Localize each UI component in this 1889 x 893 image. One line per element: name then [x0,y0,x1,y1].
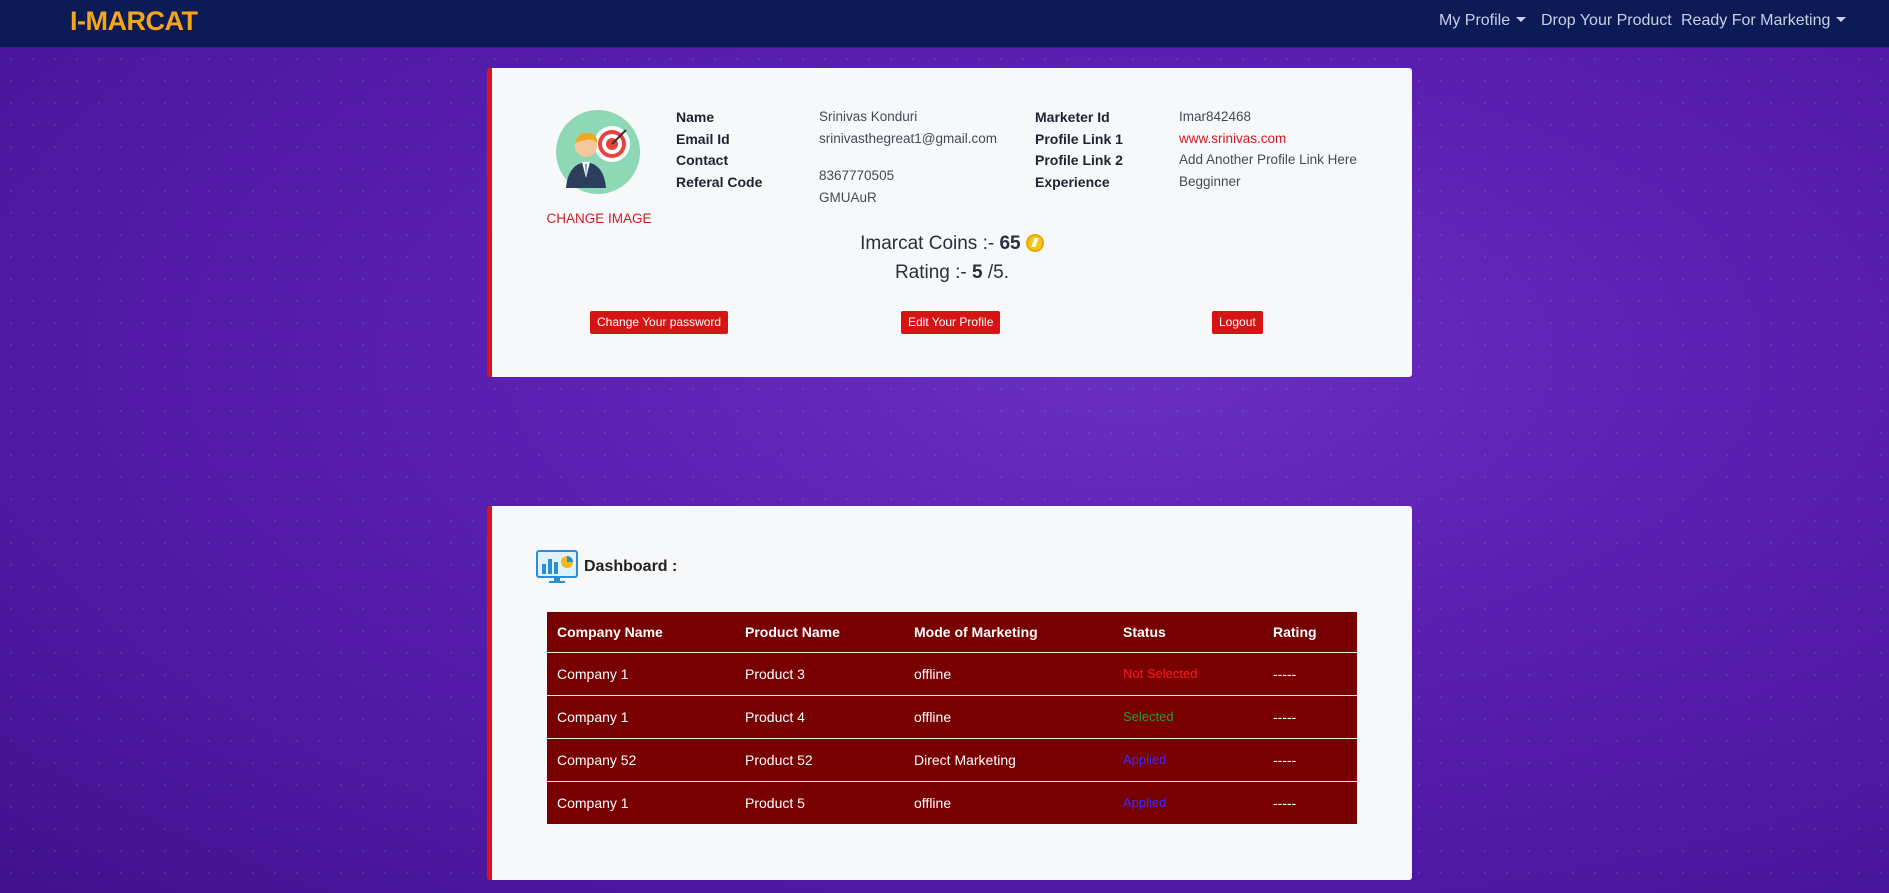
cell-company: Company 1 [547,694,735,738]
column-header-rating: Rating [1273,623,1317,640]
nav-drop-product[interactable]: Drop Your Product [1541,12,1672,30]
table-header-row: Company Name Product Name Mode of Market… [547,612,1357,652]
nav-my-profile[interactable]: My Profile [1439,12,1527,30]
contact-value: 8367770505 [819,168,895,183]
coins-value: 65 [999,233,1021,254]
coin-icon [1025,234,1044,252]
referal-code-value: GMUAuR [819,190,877,205]
referal-code-label: Referal Code [676,174,763,190]
contact-label: Contact [676,152,729,168]
cell-rating: ----- [1263,694,1357,738]
column-header-company: Company Name [557,623,663,640]
cell-mode: offline [904,780,1113,824]
experience-label: Experience [1035,174,1110,190]
nav-ready-marketing[interactable]: Ready For Marketing [1681,12,1847,30]
caret-down-icon [1836,17,1847,22]
column-header-mode: Mode of Marketing [914,623,1038,640]
cell-product: Product 52 [735,737,904,781]
cell-product: Product 3 [735,651,904,695]
nav-my-profile-label: My Profile [1439,12,1511,29]
rating-suffix: /5. [987,262,1010,283]
cell-company: Company 1 [547,651,735,695]
logout-button[interactable]: Logout [1212,311,1263,334]
cell-mode: Direct Marketing [904,737,1113,781]
coins-display: Imarcat Coins :- 65 [492,233,1412,255]
cell-company: Company 52 [547,737,735,781]
cell-rating: ----- [1263,737,1357,781]
caret-down-icon [1516,17,1527,22]
marketer-id-value: Imar842468 [1179,109,1252,124]
marketer-id-label: Marketer Id [1035,109,1110,125]
profile-link-2-value: Add Another Profile Link Here [1179,152,1357,167]
dashboard-card: Dashboard : Company Name Product Name Mo… [487,506,1412,880]
cell-product: Product 5 [735,780,904,824]
applications-table: Company Name Product Name Mode of Market… [547,612,1357,824]
edit-profile-button[interactable]: Edit Your Profile [901,311,1001,334]
rating-display: Rating :- 5 /5. [492,262,1412,284]
coins-label: Imarcat Coins :- [860,233,995,254]
dashboard-title: Dashboard : [584,558,678,575]
cell-product: Product 4 [735,694,904,738]
table-row: Company 1 Product 5 offline Applied ----… [547,780,1357,824]
email-value: srinivasthegreat1@gmail.com [819,131,998,146]
change-image-button[interactable]: CHANGE IMAGE [539,211,659,226]
profile-link-2-label: Profile Link 2 [1035,152,1123,168]
table-row: Company 1 Product 4 offline Selected ---… [547,694,1357,738]
cell-status: Selected [1113,694,1263,738]
cell-rating: ----- [1263,780,1357,824]
avatar [556,110,640,194]
name-label: Name [676,109,715,125]
dashboard-monitor-icon [536,550,578,583]
cell-mode: offline [904,651,1113,695]
column-header-product: Product Name [745,623,840,640]
brand-logo[interactable]: I-MARCAT [70,6,198,37]
email-label: Email Id [676,131,730,147]
experience-value: Begginner [1179,174,1241,189]
cell-status: Applied [1113,737,1263,781]
rating-value: 5 [972,262,983,283]
rating-label: Rating :- [894,262,967,283]
profile-card: CHANGE IMAGE Name Email Id Contact Refer… [487,68,1412,377]
profile-link-1-label: Profile Link 1 [1035,131,1123,147]
column-header-status: Status [1123,623,1166,640]
table-row: Company 52 Product 52 Direct Marketing A… [547,737,1357,781]
name-value: Srinivas Konduri [819,109,918,124]
table-row: Company 1 Product 3 offline Not Selected… [547,651,1357,695]
cell-company: Company 1 [547,780,735,824]
nav-ready-marketing-label: Ready For Marketing [1681,12,1831,29]
cell-rating: ----- [1263,651,1357,695]
cell-mode: offline [904,694,1113,738]
top-navbar: I-MARCAT My Profile Drop Your Product Re… [0,0,1889,48]
profile-link-1[interactable]: www.srinivas.com [1179,131,1286,146]
cell-status: Not Selected [1113,651,1263,695]
cell-status: Applied [1113,780,1263,824]
change-password-button[interactable]: Change Your password [590,311,729,334]
